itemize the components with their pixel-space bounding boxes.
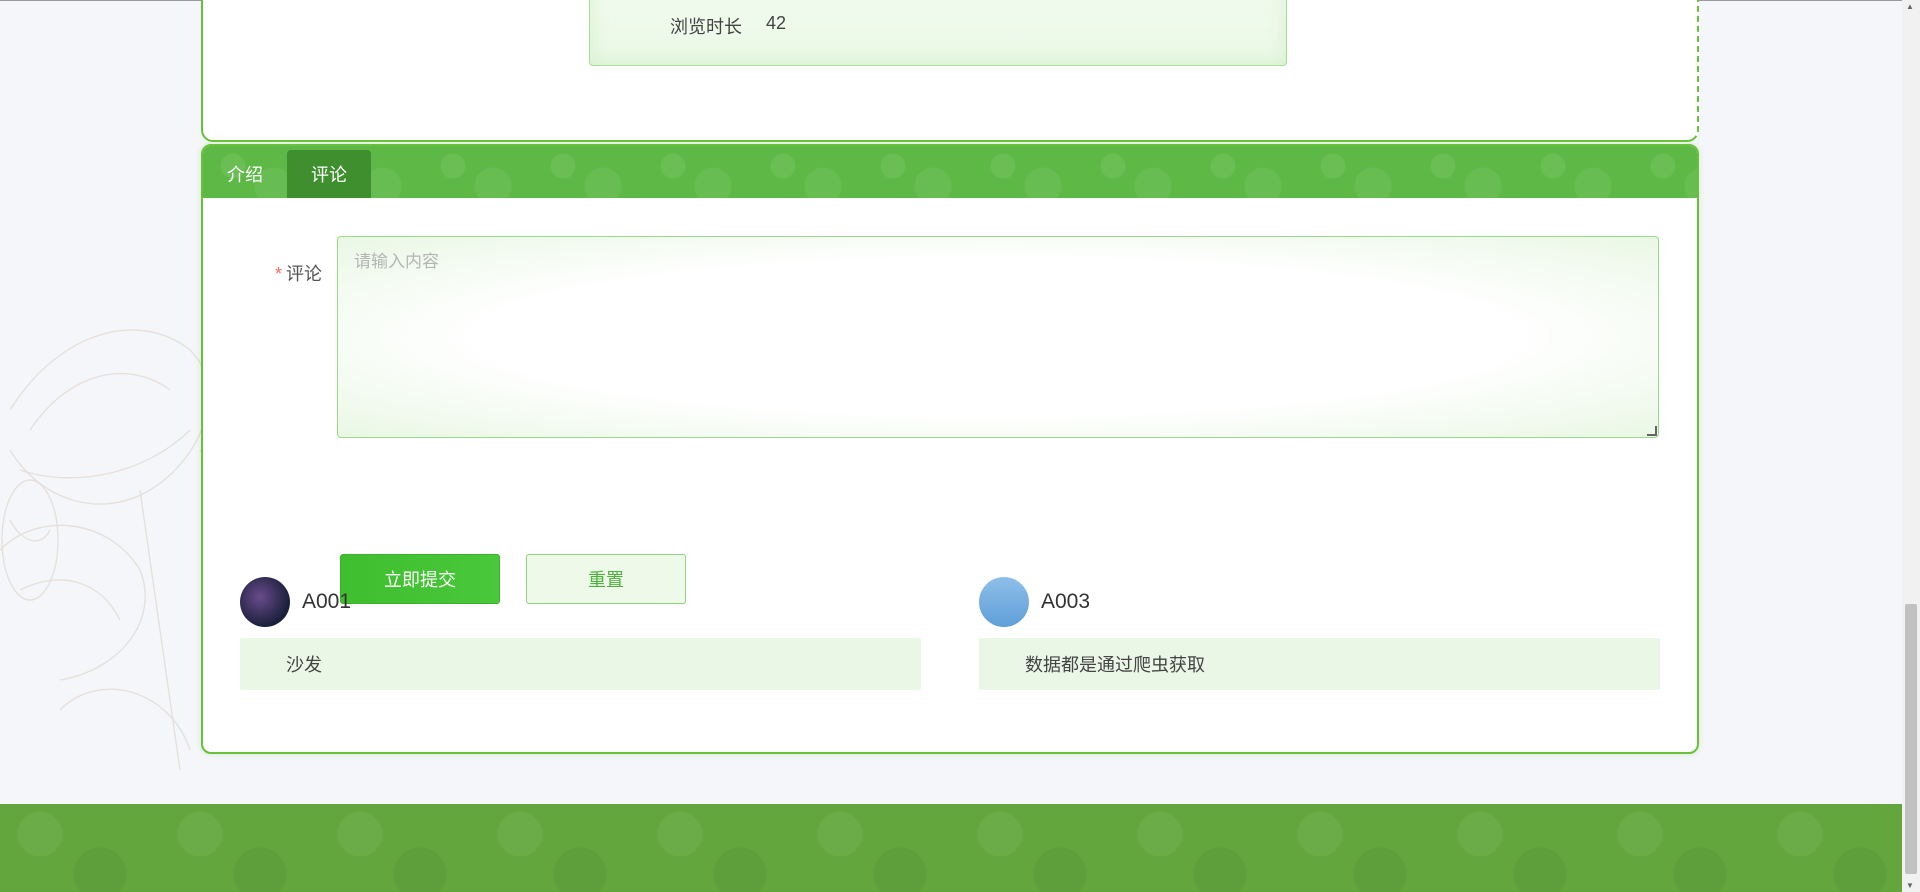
detail-card: 浏览时长 42 <box>201 0 1699 142</box>
comment-header: A001 <box>240 576 921 628</box>
comment-form-label: * 评论 <box>275 260 322 286</box>
comment-header: A003 <box>979 576 1660 628</box>
tab-intro[interactable]: 介绍 <box>203 150 287 198</box>
comment-username: A003 <box>1041 590 1091 613</box>
comment-list: A001 沙发 A003 数据都是通过爬虫获取 <box>240 576 1660 690</box>
avatar <box>979 577 1029 627</box>
comment-text: 沙发 <box>240 638 921 690</box>
browse-duration-label: 浏览时长 <box>670 17 742 37</box>
vertical-scrollbar[interactable]: ▲ ▼ <box>1902 0 1920 892</box>
comment-username: A001 <box>302 590 352 613</box>
tabs-card: 介绍 评论 *评论 立即提交 重置 A001 沙发 A003 数据都是通过爬虫获… <box>201 144 1699 754</box>
comment-text: 数据都是通过爬虫获取 <box>979 638 1660 690</box>
scrollbar-thumb[interactable] <box>1905 604 1917 874</box>
comment-label-text: 评论 <box>286 264 323 284</box>
avatar <box>240 577 290 627</box>
list-item: A003 数据都是通过爬虫获取 <box>979 576 1660 690</box>
list-item: A001 沙发 <box>240 576 921 690</box>
stats-box: 浏览时长 42 <box>589 0 1287 66</box>
page-footer <box>0 804 1902 892</box>
browse-duration-value: 42 <box>766 13 787 33</box>
resize-handle-icon[interactable] <box>1647 426 1657 436</box>
scroll-up-icon[interactable]: ▲ <box>1906 2 1914 11</box>
required-mark: * <box>275 264 283 284</box>
tab-comments[interactable]: 评论 <box>287 150 371 198</box>
comment-textarea[interactable] <box>337 236 1659 438</box>
tab-bar: 介绍 评论 <box>203 146 1697 198</box>
browse-duration-row: 浏览时长 42 <box>670 13 786 39</box>
scroll-down-icon[interactable]: ▼ <box>1906 881 1914 890</box>
